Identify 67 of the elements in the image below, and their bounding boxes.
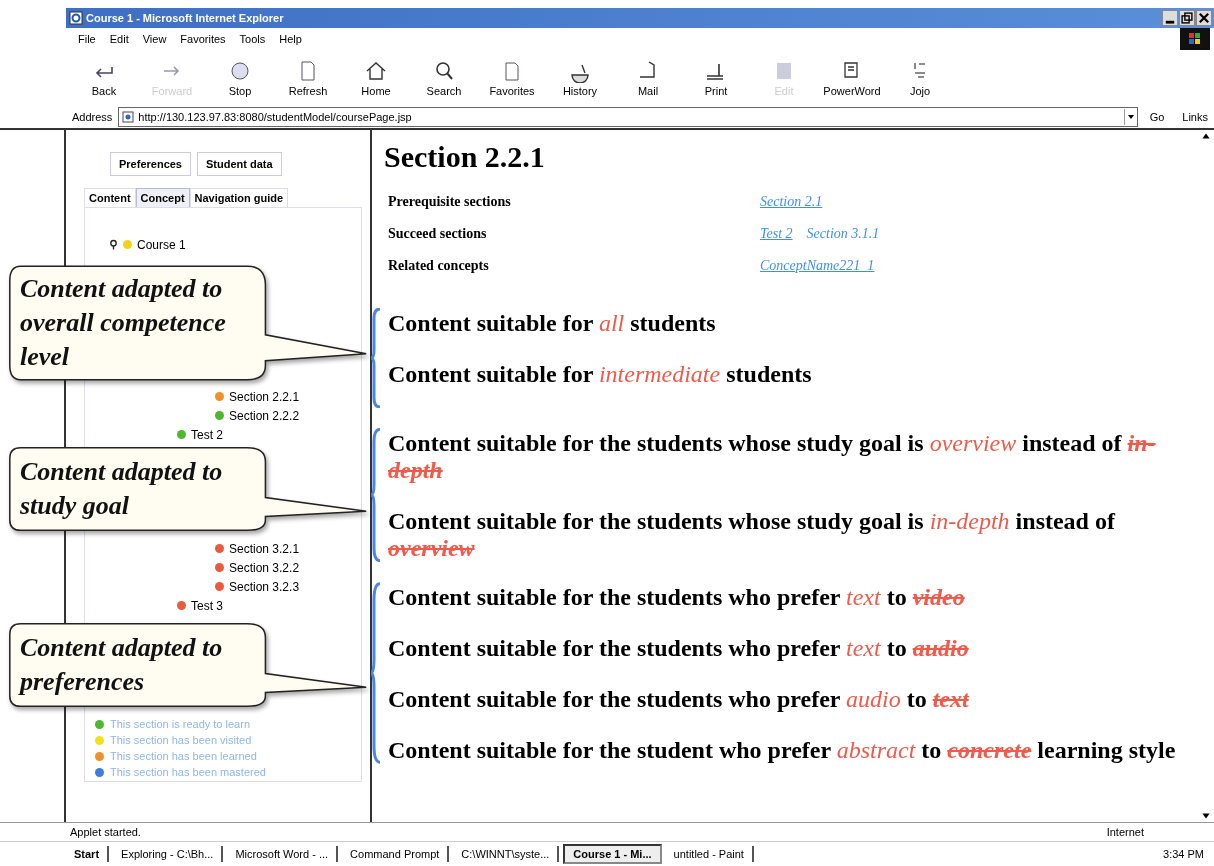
tree-item[interactable]: Section 2.2.2 — [229, 408, 300, 423]
sidebar-button[interactable]: Preferences — [110, 152, 191, 176]
toolbar-button[interactable]: Search — [412, 59, 476, 97]
info-label: Succeed sections — [388, 226, 488, 242]
window-title: Course 1 - Microsoft Internet Explorer — [86, 12, 285, 24]
toolbar-button[interactable]: Favorites — [480, 59, 544, 97]
content-line: Content suitable for the students whose study goal is in-depth instead of overview — [388, 508, 1117, 562]
section-title: Section 2.2.1 — [384, 140, 546, 174]
info-label: Related concepts — [388, 258, 490, 274]
legend-text: This section is ready to learn — [110, 718, 250, 730]
page-icon — [122, 111, 135, 123]
toolbar-button[interactable]: Print — [684, 59, 748, 97]
sidebar-button[interactable]: Student data — [197, 152, 282, 176]
content-line: Content suitable for intermediate students — [388, 361, 812, 388]
toolbar-button[interactable]: Refresh — [276, 59, 340, 97]
toolbar-button[interactable]: History — [548, 59, 612, 97]
legend-text: This section has been visited — [110, 734, 252, 746]
tree-item[interactable]: Section 3.2.1 — [229, 541, 300, 556]
restore-button[interactable] — [1179, 10, 1195, 26]
close-button[interactable] — [1196, 10, 1212, 26]
toolbar-button[interactable]: PowerWord — [820, 59, 884, 97]
tree-item[interactable]: Section 2.2.1 — [229, 389, 300, 404]
address-field[interactable]: http://130.123.97.83:8080/studentModel/coursePage.jsp — [118, 107, 1138, 127]
tree-item[interactable]: Test 2 — [191, 427, 223, 442]
zone-text: Internet — [1106, 826, 1144, 838]
menu-item[interactable]: Tools — [239, 33, 266, 45]
toolbar-button[interactable]: Stop — [208, 59, 272, 97]
content-line: Content suitable for the students who prefer audio to text — [388, 686, 971, 713]
stop-icon — [228, 59, 252, 83]
menu-item[interactable]: Help — [279, 33, 302, 45]
legend-text: This section has been learned — [110, 750, 257, 762]
menu-item[interactable]: Edit — [109, 33, 129, 45]
toolbar-button[interactable]: Home — [344, 59, 408, 97]
toolbar-button[interactable]: Mail — [616, 59, 680, 97]
tab[interactable]: Concept — [135, 188, 190, 207]
links-button[interactable]: Links — [1176, 111, 1214, 123]
tree-item[interactable]: Section 3.2.2 — [229, 560, 300, 575]
key-icon — [109, 238, 118, 251]
menu-item[interactable]: Favorites — [180, 33, 226, 45]
tab[interactable]: Navigation guide — [189, 188, 289, 207]
dropdown-arrow-icon[interactable] — [1123, 109, 1137, 125]
legend-text: This section has been mastered — [110, 766, 266, 778]
tree-item[interactable]: Course 1 — [137, 237, 186, 252]
callout: Content adapted to overall competence level — [8, 264, 368, 382]
clock: 3:34 PM — [1163, 848, 1205, 860]
toolbar-button[interactable]: Jojo — [888, 59, 952, 97]
content-line: Content suitable for the students who prefer text to video — [388, 584, 966, 611]
taskbar-button[interactable]: Course 1 - Mi... — [563, 844, 662, 864]
menu-item[interactable]: File — [78, 33, 96, 45]
go-button[interactable]: Go — [1143, 111, 1171, 123]
address-label: Address — [72, 111, 113, 123]
content-line: Content suitable for the students who prefer text to audio — [388, 635, 970, 662]
minimize-button[interactable] — [1162, 10, 1178, 26]
windows-logo-icon — [1180, 28, 1210, 50]
callout: Content adapted to preferences — [8, 622, 368, 708]
content-line: Content suitable for the student who prefer abstract to concrete learning style — [388, 737, 1176, 764]
content-line: Content suitable for all students — [388, 310, 717, 337]
status-text: Applet started. — [70, 826, 141, 838]
browser-icon — [69, 11, 83, 25]
tree-item[interactable]: Test 3 — [191, 598, 223, 613]
content-line: Content suitable for the students whose study goal is overview instead of in-depth — [388, 430, 1157, 484]
menu-item[interactable]: View — [142, 33, 167, 45]
info-label: Prerequisite sections — [388, 194, 512, 210]
tab[interactable]: Content — [84, 188, 136, 207]
callout: Content adapted to study goal — [8, 446, 368, 532]
toolbar-button[interactable]: Back — [72, 59, 136, 97]
tree-item[interactable]: Section 3.2.3 — [229, 579, 300, 594]
